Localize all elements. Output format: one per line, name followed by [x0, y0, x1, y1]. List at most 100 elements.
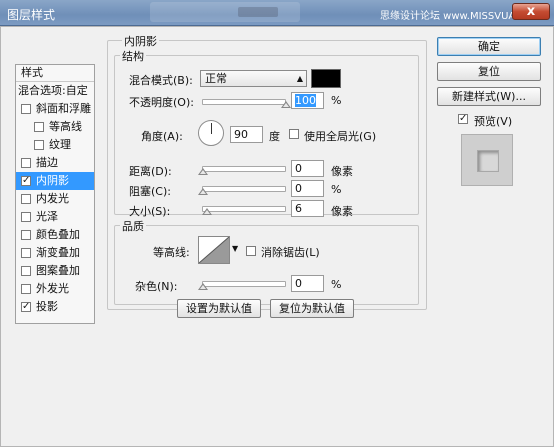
style-list-item[interactable]: 纹理 [16, 136, 94, 154]
opacity-slider[interactable] [202, 99, 286, 105]
style-list-label: 纹理 [49, 138, 71, 151]
reset-button[interactable]: 复位 [437, 62, 541, 81]
quality-group: 品质 等高线: ▼ 消除锯齿(L) 杂色(N): 0 % [114, 218, 419, 305]
style-checkbox[interactable]: ✓ [21, 302, 31, 312]
style-checkbox[interactable] [21, 158, 31, 168]
preview-checkbox[interactable]: ✓ [458, 114, 468, 124]
noise-input[interactable]: 0 [291, 275, 324, 292]
antialias-label: 消除锯齿(L) [261, 246, 320, 259]
style-checkbox[interactable] [21, 104, 31, 114]
window-title: 图层样式 [7, 8, 56, 22]
distance-slider-thumb[interactable] [198, 168, 208, 175]
antialias-checkbox[interactable] [246, 246, 256, 256]
choke-slider-thumb[interactable] [198, 188, 208, 195]
set-default-button[interactable]: 设置为默认值 [177, 299, 261, 318]
noise-slider[interactable] [202, 281, 286, 287]
style-list-label: 等高线 [49, 120, 82, 133]
global-light-checkbox[interactable] [289, 129, 299, 139]
contour-picker[interactable] [198, 236, 230, 264]
style-list-label: 外发光 [36, 282, 69, 295]
size-unit: 像素 [331, 205, 353, 218]
distance-label: 距离(D): [129, 165, 172, 178]
distance-input[interactable]: 0 [291, 160, 324, 177]
noise-label: 杂色(N): [135, 280, 178, 293]
style-list-item[interactable]: 外发光 [16, 280, 94, 298]
blend-mode-label: 混合模式(B): [129, 74, 193, 87]
style-list-item[interactable]: ✓ 内阴影 [16, 172, 94, 190]
style-list-item[interactable]: 描边 [16, 154, 94, 172]
distance-value: 0 [295, 162, 302, 175]
style-list-item[interactable]: 颜色叠加 [16, 226, 94, 244]
select-arrow-icon: ▲ [296, 74, 303, 83]
close-button[interactable]: x [512, 3, 550, 20]
style-list-label: 混合选项:自定 [18, 84, 88, 97]
size-slider[interactable] [202, 206, 286, 212]
choke-unit: % [331, 183, 342, 196]
opacity-input[interactable]: 100 [291, 92, 324, 109]
shadow-color-swatch[interactable] [311, 69, 341, 88]
style-checkbox[interactable] [21, 284, 31, 294]
background-blur-text [238, 7, 278, 17]
style-list-item[interactable]: ✓ 投影 [16, 298, 94, 316]
angle-unit: 度 [269, 130, 280, 143]
style-checkbox[interactable] [21, 266, 31, 276]
choke-input[interactable]: 0 [291, 180, 324, 197]
style-checkbox[interactable] [21, 248, 31, 258]
inner-shadow-title: 内阴影 [122, 33, 159, 49]
style-checkbox[interactable]: ✓ [21, 176, 31, 186]
style-list-label: 光泽 [36, 210, 58, 223]
style-list-label: 投影 [36, 300, 58, 313]
style-checkbox[interactable] [21, 212, 31, 222]
noise-slider-thumb[interactable] [198, 283, 208, 290]
reset-default-button[interactable]: 复位为默认值 [270, 299, 354, 318]
dialog-body: 样式 混合选项:自定斜面和浮雕等高线纹理描边 ✓ 内阴影内发光光泽颜色叠加渐变叠加图… [0, 26, 554, 447]
size-slider-thumb[interactable] [202, 208, 212, 215]
style-list-item[interactable]: 混合选项:自定 [16, 82, 94, 100]
contour-dropdown-arrow-icon[interactable]: ▼ [232, 244, 238, 253]
opacity-unit: % [331, 94, 342, 107]
choke-slider[interactable] [202, 186, 286, 192]
style-list-label: 内发光 [36, 192, 69, 205]
structure-group: 结构 混合模式(B): 正常 ▲ 不透明度(O): 100 % 角度(A): 9… [114, 48, 419, 218]
structure-title: 结构 [120, 48, 146, 64]
style-preview [461, 134, 513, 186]
angle-dial[interactable] [198, 120, 224, 146]
style-list-item[interactable]: 图案叠加 [16, 262, 94, 280]
style-list-label: 图案叠加 [36, 264, 80, 277]
size-input[interactable]: 6 [291, 200, 324, 217]
style-list-item[interactable]: 内发光 [16, 190, 94, 208]
quality-title: 品质 [120, 218, 146, 234]
opacity-value: 100 [295, 94, 316, 107]
blend-mode-select[interactable]: 正常 ▲ [200, 70, 307, 87]
title-bar: 图层样式 思缘设计论坛 www.MISSVUAN.COM x [0, 0, 554, 26]
style-checkbox[interactable] [21, 194, 31, 204]
style-list-item[interactable]: 等高线 [16, 118, 94, 136]
inner-shadow-group: 内阴影 结构 混合模式(B): 正常 ▲ 不透明度(O): 100 % 角度(A… [107, 33, 427, 310]
style-list-item[interactable]: 光泽 [16, 208, 94, 226]
distance-unit: 像素 [331, 165, 353, 178]
global-light-label: 使用全局光(G) [304, 130, 377, 143]
style-checkbox[interactable] [21, 230, 31, 240]
new-style-button[interactable]: 新建样式(W)... [437, 87, 541, 106]
distance-slider[interactable] [202, 166, 286, 172]
style-list-header[interactable]: 样式 [16, 65, 94, 82]
angle-input[interactable]: 90 [230, 126, 263, 143]
ok-button[interactable]: 确定 [437, 37, 541, 56]
style-preview-swatch [477, 150, 499, 172]
style-checkbox[interactable] [34, 140, 44, 150]
style-list-item[interactable]: 渐变叠加 [16, 244, 94, 262]
opacity-slider-thumb[interactable] [281, 101, 291, 108]
choke-value: 0 [295, 182, 302, 195]
style-list-item[interactable]: 斜面和浮雕 [16, 100, 94, 118]
noise-value: 0 [295, 277, 302, 290]
blend-mode-value: 正常 [205, 72, 227, 85]
style-checkbox[interactable] [34, 122, 44, 132]
style-list-label: 渐变叠加 [36, 246, 80, 259]
choke-label: 阻塞(C): [129, 185, 171, 198]
angle-label: 角度(A): [141, 130, 183, 143]
style-list: 样式 混合选项:自定斜面和浮雕等高线纹理描边 ✓ 内阴影内发光光泽颜色叠加渐变叠加图… [15, 64, 95, 324]
contour-label: 等高线: [153, 246, 190, 259]
style-list-label: 内阴影 [36, 174, 69, 187]
noise-unit: % [331, 278, 342, 291]
size-value: 6 [295, 202, 302, 215]
